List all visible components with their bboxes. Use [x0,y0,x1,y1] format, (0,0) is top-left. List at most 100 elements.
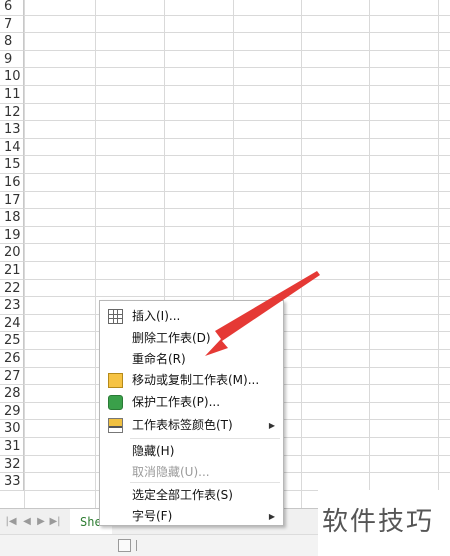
row-number[interactable]: 20 [0,244,24,262]
status-divider [136,540,137,551]
row-number[interactable]: 17 [0,191,24,210]
row-number[interactable]: 19 [0,226,24,245]
row-cells[interactable] [24,209,450,227]
grid-row[interactable]: 18 [0,209,450,227]
first-sheet-nav-icon[interactable]: |◀ [4,515,18,529]
grid-row[interactable]: 11 [0,86,450,104]
grid-row[interactable]: 19 [0,226,450,245]
row-number[interactable]: 28 [0,385,24,403]
grid-row[interactable]: 12 [0,103,450,122]
row-number[interactable]: 22 [0,279,24,298]
row-cells[interactable] [24,244,450,262]
grid-row[interactable]: 16 [0,174,450,192]
menu-item-label: 重命名(R) [132,352,186,366]
grid-row[interactable]: 10 [0,68,450,86]
insert-table-icon [108,309,123,324]
grid-row[interactable]: 20 [0,244,450,262]
grid-row[interactable]: 9 [0,50,450,69]
tab-color-icon [108,418,123,433]
grid-row[interactable]: 22 [0,279,450,298]
row-cells[interactable] [24,262,450,280]
submenu-arrow-icon: ▶ [268,421,275,430]
row-number[interactable]: 33 [0,473,24,491]
row-cells[interactable] [24,68,450,86]
row-number[interactable]: 31 [0,438,24,456]
grid-row[interactable]: 15 [0,156,450,174]
menu-item[interactable]: 保护工作表(P)... [100,392,283,413]
row-cells[interactable] [24,16,450,34]
row-number[interactable]: 32 [0,455,24,474]
row-number[interactable]: 6 [0,0,24,16]
row-number[interactable]: 23 [0,297,24,315]
menu-item[interactable]: 移动或复制工作表(M)... [100,370,283,391]
prev-sheet-nav-icon[interactable]: ◀ [20,515,34,529]
menu-item[interactable]: 字号(F) ▶ [100,506,283,527]
column-gridline [24,0,25,508]
row-number[interactable]: 26 [0,350,24,368]
row-number[interactable]: 14 [0,138,24,157]
row-cells[interactable] [24,156,450,174]
row-number[interactable]: 12 [0,103,24,122]
row-number[interactable]: 25 [0,332,24,350]
row-cells[interactable] [24,174,450,192]
menu-item[interactable]: 删除工作表(D) [100,328,283,349]
grid-row[interactable]: 8 [0,33,450,51]
sheet-tab-context-menu: 插入(I)... 删除工作表(D) 重命名(R) 移动或复制工作表(M)... 保护工作… [99,300,284,526]
row-number[interactable]: 8 [0,33,24,51]
row-number[interactable]: 24 [0,314,24,333]
row-number[interactable]: 16 [0,174,24,192]
menu-separator [130,482,280,483]
watermark: 软件技巧 [318,490,450,555]
grid-row[interactable]: 6 [0,0,450,16]
row-cells[interactable] [24,104,450,122]
row-number[interactable]: 13 [0,121,24,139]
menu-item-label: 选定全部工作表(S) [132,488,233,502]
menu-item-label: 保护工作表(P)... [132,395,221,409]
grid-row[interactable]: 21 [0,262,450,280]
next-sheet-nav-icon[interactable]: ▶ [34,515,48,529]
row-number[interactable]: 27 [0,367,24,386]
row-cells[interactable] [24,33,450,51]
row-number[interactable]: 10 [0,68,24,86]
row-number[interactable]: 7 [0,15,24,34]
row-cells[interactable] [24,227,450,245]
row-cells[interactable] [24,192,450,210]
menu-item[interactable]: 隐藏(H) [100,441,283,462]
menu-item: 取消隐藏(U)... [100,462,283,483]
menu-separator [130,438,280,439]
row-number[interactable]: 30 [0,420,24,438]
row-cells[interactable] [24,86,450,104]
row-cells[interactable] [24,51,450,69]
menu-item-label: 移动或复制工作表(M)... [132,373,260,387]
row-number[interactable]: 11 [0,86,24,104]
submenu-arrow-icon: ▶ [268,512,275,521]
row-cells[interactable] [24,0,450,16]
menu-item-label: 删除工作表(D) [132,331,211,345]
menu-item[interactable]: 重命名(R) [100,349,283,370]
column-gridline [301,0,302,508]
row-number[interactable]: 15 [0,156,24,174]
row-number[interactable]: 18 [0,209,24,227]
menu-item[interactable]: 插入(I)... [100,306,283,327]
row-cells[interactable] [24,139,450,157]
grid-row[interactable]: 13 [0,121,450,139]
last-sheet-nav-icon[interactable]: ▶| [48,515,62,529]
menu-item-label: 隐藏(H) [132,444,175,458]
row-number[interactable]: 29 [0,402,24,421]
column-gridline [369,0,370,508]
row-number[interactable]: 9 [0,50,24,69]
menu-item[interactable]: 选定全部工作表(S) [100,485,283,506]
menu-item-label: 取消隐藏(U)... [132,465,210,479]
row-cells[interactable] [24,280,450,298]
grid-row[interactable]: 17 [0,191,450,210]
row-cells[interactable] [24,121,450,139]
grid-row[interactable]: 14 [0,138,450,157]
row-number[interactable]: 21 [0,262,24,280]
column-gridline [438,0,439,508]
sheet-view-icon[interactable] [118,539,131,552]
grid-row[interactable]: 7 [0,15,450,34]
menu-item[interactable]: 工作表标签颜色(T) ▶ [100,415,283,436]
menu-item-label: 字号(F) [132,509,173,523]
protect-sheet-icon [108,395,123,410]
move-copy-sheet-icon [108,373,123,388]
